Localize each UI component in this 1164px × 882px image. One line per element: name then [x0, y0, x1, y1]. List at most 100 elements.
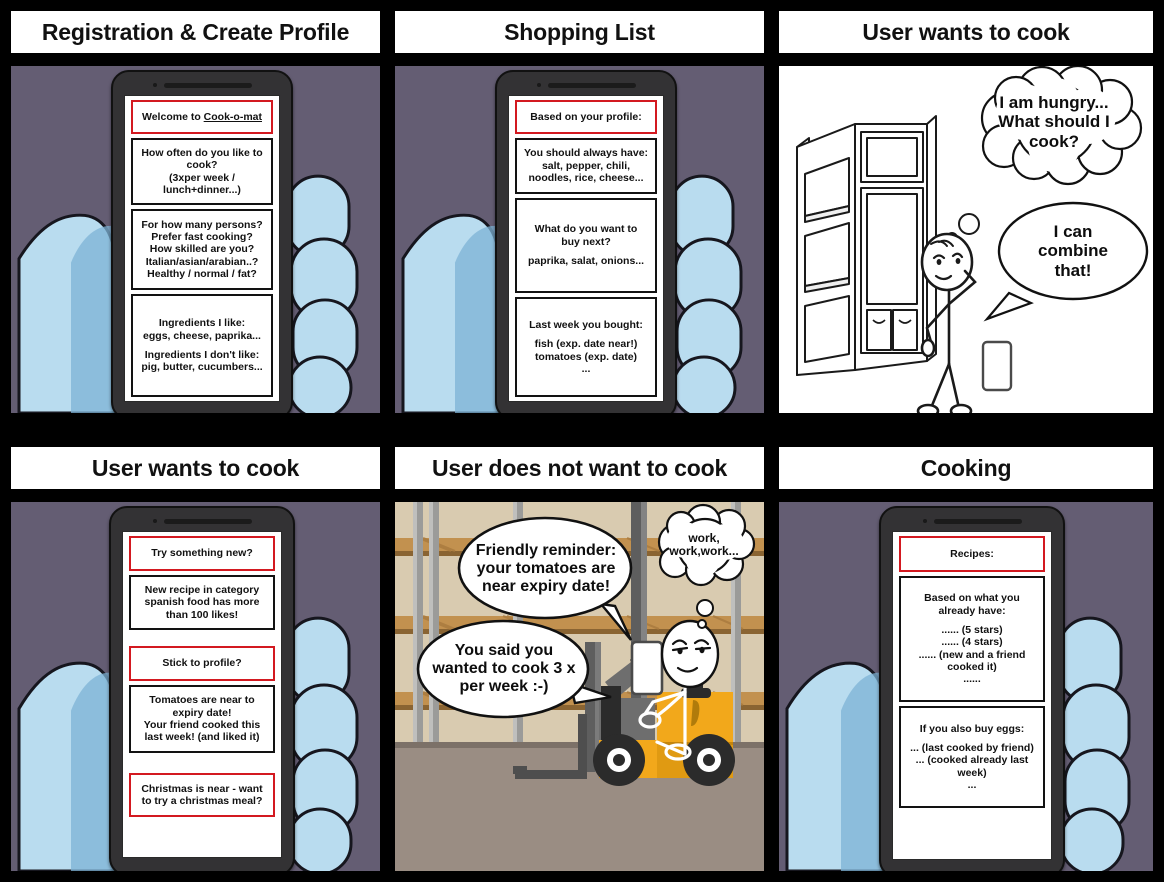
screen-card[interactable]: Based on what you already have: ...... (… [899, 576, 1045, 702]
balloon-line: wanted to cook 3 x [432, 660, 576, 678]
thought-balloon-hungry: I am hungry... What should I cook? [964, 66, 1144, 186]
card-line: New recipe in category [144, 583, 260, 596]
panel-user-wants-to-cook-fridge: User wants to cook I am hungry... What s… [776, 8, 1156, 416]
card-line: ... (last cooked by friend) [910, 741, 1034, 754]
card-line: How skilled are you? [149, 243, 255, 256]
card-line: expiry date! [172, 706, 232, 719]
screen-card[interactable]: Christmas is near - want to try a christ… [129, 773, 275, 817]
balloon-line: per week :-) [459, 677, 549, 695]
phone-screen: Try something new? New recipe in categor… [122, 531, 282, 858]
card-line: ...... (new and a friend [918, 648, 1026, 661]
screen-card[interactable]: Recipes: [899, 536, 1045, 572]
speech-balloon-text: Friendly reminder: your tomatoes are nea… [461, 520, 631, 618]
panel-scene: Try something new? New recipe in categor… [8, 499, 383, 874]
balloon-line: work,work... [669, 544, 739, 558]
card-line: ...... [963, 673, 981, 686]
smartphone-mockup: Recipes: Based on what you already have:… [879, 506, 1065, 871]
panel-title: User wants to cook [91, 454, 300, 481]
balloon-line: your tomatoes are [476, 560, 616, 578]
screen-card[interactable]: How often do you like to cook? (3xper we… [131, 138, 273, 205]
storyboard: Registration & Create Profile Welcome to… [0, 0, 1164, 882]
driver-smartphone-icon [630, 640, 664, 696]
speech-balloon-3x-week: You said you wanted to cook 3 x per week… [415, 607, 615, 733]
panel-registration: Registration & Create Profile Welcome to… [8, 8, 383, 416]
card-line: Last week you bought: [529, 318, 643, 331]
balloon-line: that! [1054, 260, 1092, 280]
balloon-line: Friendly reminder: [475, 542, 617, 560]
panel-scene: Based on your profile: You should always… [392, 63, 767, 416]
card-line: ... (cooked already last [915, 754, 1029, 767]
card-line: Prefer fast cooking? [151, 230, 253, 243]
speaker-slot-icon [933, 518, 1022, 524]
panel-title: Registration & Create Profile [41, 18, 350, 45]
screen-card[interactable]: What do you want to buy next? paprika, s… [515, 198, 657, 293]
card-line: week) [957, 766, 987, 779]
thought-balloon-text: work, work,work... [651, 512, 757, 578]
card-line: Tomatoes are near to [149, 694, 255, 707]
panel-scene: Friendly reminder: your tomatoes are nea… [392, 499, 767, 874]
panel-scene: I am hungry... What should I cook? I can… [776, 63, 1156, 416]
card-line: paprika, salat, onions... [527, 255, 645, 268]
phone-notch [881, 517, 1063, 525]
card-line: cook? [186, 159, 218, 172]
speech-balloon-text: I can combine that! [999, 203, 1147, 299]
screen-card[interactable]: Tomatoes are near to expiry date! Your f… [129, 685, 275, 753]
card-line: than 100 likes! [165, 608, 239, 621]
card-line: ... [967, 779, 977, 792]
panel-user-wants-to-cook-phone: User wants to cook Try something new? Ne… [8, 444, 383, 874]
panel-scene: Recipes: Based on what you already have:… [776, 499, 1156, 874]
phone-notch [113, 81, 291, 89]
card-line: For how many persons? [141, 218, 263, 231]
panel-user-does-not-want-to-cook: User does not want to cook Friendly remi… [392, 444, 767, 874]
card-line: ...... (4 stars) [941, 636, 1003, 649]
speaker-slot-icon [163, 518, 252, 524]
balloon-line: What should I [998, 112, 1110, 132]
balloon-line: You said you [454, 642, 554, 660]
card-line: eggs, cheese, paprika... [143, 329, 261, 342]
camera-dot-icon [152, 83, 157, 87]
card-line: Based on what you [924, 592, 1020, 605]
screen-card[interactable]: For how many persons? Prefer fast cookin… [131, 209, 273, 290]
card-line: What do you want to [534, 223, 638, 236]
smartphone-mockup: Try something new? New recipe in categor… [109, 506, 295, 871]
screen-card[interactable]: If you also buy eggs: ... (last cooked b… [899, 706, 1045, 808]
phone-screen: Recipes: Based on what you already have:… [892, 531, 1052, 860]
card-line: tomatoes (exp. date) [534, 350, 638, 363]
panel-shopping-list: Shopping List Based on your profile: You… [392, 8, 767, 416]
balloon-line: work, [688, 530, 720, 545]
phone-notch [111, 517, 293, 525]
smartphone-mockup: Based on your profile: You should always… [495, 70, 677, 413]
card-line: to try a christmas meal? [141, 795, 263, 807]
card-line: (3xper week / [169, 171, 235, 184]
card-line: ...... (5 stars) [941, 623, 1003, 636]
balloon-line: cook? [1028, 131, 1080, 151]
phone-screen: Welcome to Cook-o-mat How often do you l… [124, 95, 280, 402]
card-line: Healthy / normal / fat? [147, 268, 257, 281]
card-line: Recipes: [950, 547, 994, 560]
screen-card[interactable]: You should always have: salt, pepper, ch… [515, 138, 657, 194]
card-line: lunch+dinner...) [163, 183, 241, 196]
panel-title-bar: User wants to cook [8, 444, 383, 492]
card-line: Stick to profile? [162, 657, 242, 670]
panel-cooking: Cooking Recipes: Based on what you alrea… [776, 444, 1156, 874]
camera-dot-icon [536, 83, 541, 87]
screen-card[interactable]: Ingredients I like: eggs, cheese, paprik… [131, 294, 273, 397]
screen-card[interactable]: Based on your profile: [515, 100, 657, 134]
panel-title-bar: Shopping List [392, 8, 767, 56]
card-line: Ingredients I don't like: [144, 349, 260, 361]
phone-notch [497, 81, 675, 89]
smartphone-mockup: Welcome to Cook-o-mat How often do you l… [111, 70, 293, 413]
screen-card[interactable]: Try something new? [129, 536, 275, 571]
thought-balloon-work: work, work,work... [651, 503, 757, 587]
screen-card[interactable]: Stick to profile? [129, 646, 275, 681]
speaker-slot-icon [163, 82, 252, 88]
card-line: noodles, rice, cheese... [528, 172, 644, 185]
card-line: ... [581, 362, 591, 375]
screen-card[interactable]: New recipe in category spanish food has … [129, 575, 275, 630]
panel-title-bar: Registration & Create Profile [8, 8, 383, 56]
screen-card[interactable]: Last week you bought: fish (exp. date ne… [515, 297, 657, 397]
camera-dot-icon [922, 519, 927, 523]
balloon-line: combine [1038, 241, 1108, 261]
card-line: Ingredients I like: [158, 317, 246, 330]
screen-card[interactable]: Welcome to Cook-o-mat [131, 100, 273, 134]
